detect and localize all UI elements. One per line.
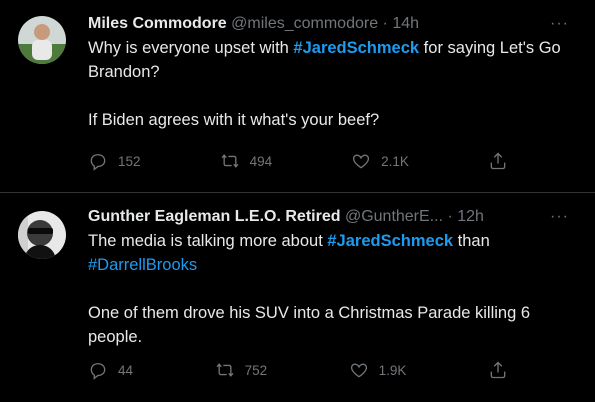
heart-icon	[353, 154, 370, 169]
handle[interactable]: @miles_commodore	[231, 15, 378, 32]
more-options-icon[interactable]: ···	[550, 205, 569, 229]
share-button[interactable]	[488, 360, 508, 380]
reply-count: 44	[118, 362, 134, 378]
tweet-text-paragraph: If Biden agrees with it what's your beef…	[88, 111, 380, 129]
tweet-header: Miles Commodore @miles_commodore · 14h ·…	[88, 12, 579, 36]
heart-icon	[350, 363, 367, 378]
hashtag-link[interactable]: #JaredSchmeck	[327, 232, 453, 250]
timestamp[interactable]: 14h	[392, 15, 419, 32]
handle[interactable]: @GuntherE...	[345, 208, 443, 225]
retweet-icon	[216, 363, 234, 377]
tweet-text-segment: The media is talking more about	[88, 232, 328, 250]
tweet-text-segment: than	[453, 232, 490, 250]
reply-button[interactable]: 44	[88, 360, 133, 380]
tweet-text: The media is talking more about #JaredSc…	[88, 229, 579, 349]
like-count: 2.1K	[381, 153, 409, 169]
share-icon	[490, 361, 506, 379]
tweet[interactable]: Miles Commodore @miles_commodore · 14h ·…	[0, 0, 595, 193]
share-icon	[490, 152, 506, 170]
display-name[interactable]: Miles Commodore	[88, 15, 227, 32]
retweet-button[interactable]: 494	[220, 151, 273, 171]
tweet-header: Gunther Eagleman L.E.O. Retired @Gunther…	[88, 205, 579, 229]
retweet-count: 494	[249, 153, 273, 169]
retweet-icon	[221, 154, 239, 168]
display-name[interactable]: Gunther Eagleman L.E.O. Retired	[88, 208, 341, 225]
tweet-text-segment: Why is everyone upset with	[88, 39, 294, 57]
tweet[interactable]: Gunther Eagleman L.E.O. Retired @Gunther…	[0, 193, 595, 402]
avatar[interactable]	[18, 211, 66, 259]
tweet-actions: 152 494 2.1K	[88, 151, 508, 171]
reply-icon	[90, 154, 106, 171]
separator-dot: ·	[382, 15, 388, 32]
separator-dot: ·	[447, 208, 453, 225]
reply-button[interactable]: 152	[88, 151, 141, 171]
like-button[interactable]: 2.1K	[351, 151, 409, 171]
like-count: 1.9K	[378, 362, 407, 378]
timestamp[interactable]: 12h	[457, 208, 484, 225]
hashtag-link[interactable]: #JaredSchmeck	[293, 39, 419, 57]
reply-count: 152	[118, 153, 141, 169]
reply-icon	[90, 363, 106, 380]
more-options-icon[interactable]: ···	[550, 12, 569, 36]
hashtag-link[interactable]: #DarrellBrooks	[88, 256, 197, 274]
tweet-text-paragraph: One of them drove his SUV into a Christm…	[88, 304, 531, 346]
retweet-count: 752	[244, 362, 268, 378]
retweet-button[interactable]: 752	[215, 360, 268, 380]
share-button[interactable]	[488, 151, 508, 171]
tweet-actions: 44 752 1.9K	[88, 360, 508, 380]
tweet-text: Why is everyone upset with #JaredSchmeck…	[88, 36, 579, 132]
like-button[interactable]: 1.9K	[349, 360, 407, 380]
avatar[interactable]	[18, 16, 66, 64]
